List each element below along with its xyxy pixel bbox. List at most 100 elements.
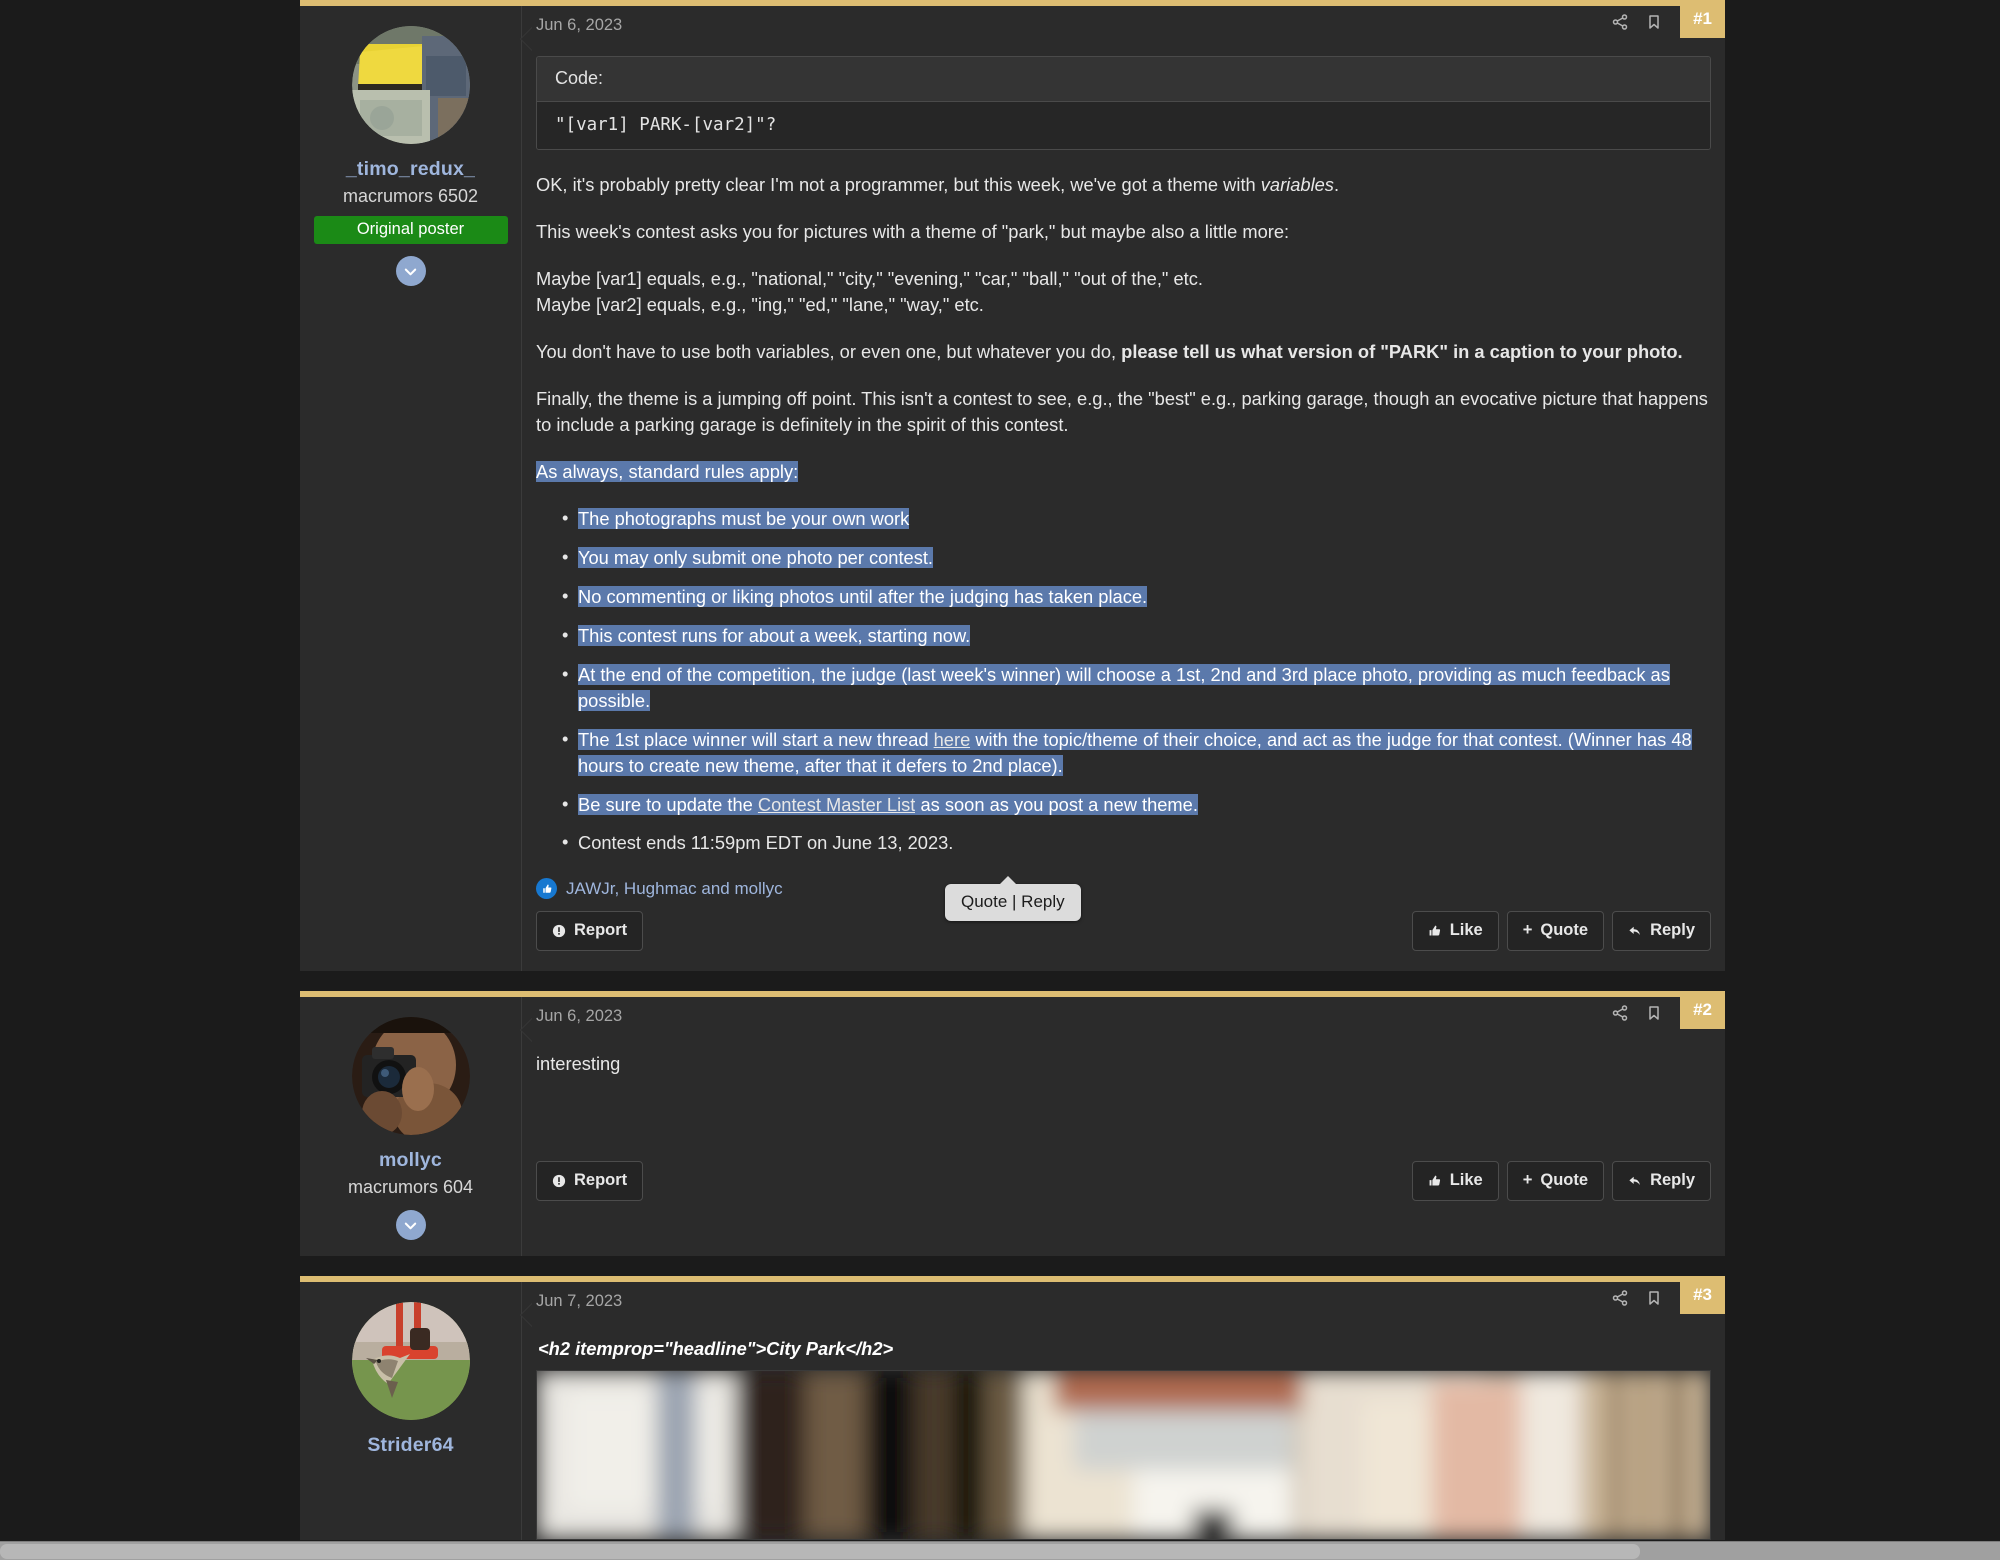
bookmark-button[interactable] xyxy=(1637,1282,1671,1314)
author-title: macrumors 604 xyxy=(347,1177,474,1198)
avatar[interactable] xyxy=(351,1017,470,1136)
quote-button[interactable]: + Quote xyxy=(1506,911,1605,952)
headline-markup-text: <h2 itemprop="headline">City Park</h2> xyxy=(538,1338,894,1360)
post-header-actions: #2 xyxy=(1603,991,1725,1030)
post-author-block: mollyc macrumors 604 xyxy=(300,997,522,1257)
quote-plus-icon: + xyxy=(1522,1171,1533,1190)
post-date: Jun 6, 2023 xyxy=(536,1006,623,1025)
rules-intro-text: As always, standard rules apply: xyxy=(536,460,799,482)
bookmark-icon xyxy=(1649,15,1659,29)
bookmark-button[interactable] xyxy=(1637,997,1671,1029)
post-action-buttons: Like + Quote Reply xyxy=(1411,911,1711,952)
reply-button[interactable]: Reply xyxy=(1612,911,1711,952)
reactions-row[interactable]: JAWJr, Hughmac and mollyc xyxy=(536,878,1725,900)
like-label: Like xyxy=(1449,1171,1483,1190)
rule-item: This contest runs for about a week, star… xyxy=(536,622,1711,649)
post-number-badge[interactable]: #3 xyxy=(1680,1276,1725,1315)
avatar[interactable] xyxy=(351,26,470,144)
intro-text-a: OK, it's probably pretty clear I'm not a… xyxy=(536,174,1261,195)
quote-label: Quote xyxy=(1540,1171,1589,1190)
quote-button[interactable]: + Quote xyxy=(1506,1161,1605,1202)
chevron-down-icon xyxy=(404,1222,417,1230)
post-header: Jun 6, 2023 xyxy=(522,991,1725,1035)
reaction-names: JAWJr, Hughmac and mollyc xyxy=(566,878,783,898)
author-expand-chevron-down-button[interactable] xyxy=(395,1210,426,1241)
author-username-link[interactable]: _timo_redux_ xyxy=(310,158,511,181)
post-date: Jun 6, 2023 xyxy=(536,15,623,34)
intro-text-b: . xyxy=(1333,174,1340,195)
like-button[interactable]: Like xyxy=(1411,911,1499,952)
rules-intro: As always, standard rules apply: xyxy=(536,459,1711,485)
posts-column: _timo_redux_ macrumors 6502 Original pos… xyxy=(300,0,1725,1560)
thumbs-up-icon xyxy=(536,878,557,900)
rule-text: No commenting or liking photos until aft… xyxy=(578,585,1148,607)
attached-photo[interactable] xyxy=(536,1370,1711,1541)
rule-item: The photographs must be your own work xyxy=(536,505,1711,532)
paragraph-variables: Maybe [var1] equals, e.g., "national," "… xyxy=(536,266,1711,318)
bookmark-icon xyxy=(1649,1006,1659,1021)
caption-text-a: You don't have to use both variables, or… xyxy=(536,340,1122,362)
rules-list: The photographs must be your own work Yo… xyxy=(536,505,1711,857)
contest-master-list-link[interactable]: Contest Master List xyxy=(757,793,916,815)
author-expand-chevron-down-button[interactable] xyxy=(395,256,426,286)
code-block: Code: "[var1] PARK-[var2]"? xyxy=(536,56,1711,150)
forum-thread-page: _timo_redux_ macrumors 6502 Original pos… xyxy=(0,0,2000,1560)
post-action-buttons: Like + Quote Reply xyxy=(1411,1161,1711,1202)
exclamation-circle-icon xyxy=(552,1174,566,1188)
share-icon xyxy=(1612,1290,1628,1307)
share-button[interactable] xyxy=(1603,6,1637,38)
rule-item: You may only submit one photo per contes… xyxy=(536,544,1711,571)
post-content: Jun 6, 2023 xyxy=(520,0,1725,971)
caption-bold: please tell us what version of "PARK" in… xyxy=(1121,340,1683,362)
quote-plus-icon: + xyxy=(1522,921,1533,940)
thumbs-up-icon xyxy=(1429,1175,1440,1186)
post-body: interesting xyxy=(536,1053,621,1075)
horizontal-scrollbar[interactable] xyxy=(0,1541,2000,1560)
post-body: <h2 itemprop="headline">City Park</h2> xyxy=(522,1320,1725,1541)
reply-arrow-icon xyxy=(1629,1176,1640,1185)
chevron-down-icon xyxy=(404,268,417,275)
rule-item: Be sure to update the Contest Master Lis… xyxy=(536,791,1711,818)
quote-reply-tooltip[interactable]: Quote | Reply xyxy=(945,876,1081,921)
rule-text-a: The 1st place winner will start a new th… xyxy=(578,728,934,750)
post-body: Code: "[var1] PARK-[var2]"? OK, it's pro… xyxy=(522,44,1725,856)
code-block-content: "[var1] PARK-[var2]"? xyxy=(537,102,1710,149)
post-author-block: Strider64 xyxy=(300,1282,522,1541)
thumbs-up-icon xyxy=(1429,925,1440,936)
exclamation-circle-icon xyxy=(552,924,566,938)
bookmark-icon xyxy=(1649,1291,1659,1306)
author-username-link[interactable]: Strider64 xyxy=(310,1434,511,1457)
author-username-link[interactable]: mollyc xyxy=(310,1149,511,1172)
post-footer: Report Like + Quote Reply xyxy=(522,899,1725,971)
reply-button[interactable]: Reply xyxy=(1612,1161,1711,1202)
report-label: Report xyxy=(574,921,628,940)
paragraph-jumping-off: Finally, the theme is a jumping off poin… xyxy=(536,387,1708,435)
post-content: Jun 6, 2023 xyxy=(520,991,1725,1256)
post-number-badge[interactable]: #2 xyxy=(1680,991,1725,1030)
post-header-actions: #3 xyxy=(1603,1276,1725,1315)
reply-arrow-icon xyxy=(1629,926,1640,935)
rule-text-a: Be sure to update the xyxy=(578,793,758,815)
avatar[interactable] xyxy=(351,1302,470,1421)
post-date: Jun 7, 2023 xyxy=(536,1291,623,1310)
paragraph-theme: This week's contest asks you for picture… xyxy=(536,220,1290,242)
like-button[interactable]: Like xyxy=(1411,1161,1499,1202)
quote-label: Quote xyxy=(1540,921,1589,940)
share-icon xyxy=(1612,1005,1628,1022)
post-number-badge[interactable]: #1 xyxy=(1680,0,1725,38)
post-1: _timo_redux_ macrumors 6502 Original pos… xyxy=(300,0,1725,972)
rule-item: The 1st place winner will start a new th… xyxy=(536,726,1711,779)
new-thread-link[interactable]: here xyxy=(933,728,971,750)
post-header-actions: #1 xyxy=(1603,0,1725,38)
var2-line: Maybe [var2] equals, e.g., "ing," "ed," … xyxy=(536,293,984,315)
share-button[interactable] xyxy=(1603,997,1637,1029)
post-footer: Report Like + Quote Reply xyxy=(522,1127,1725,1221)
rule-item: No commenting or liking photos until aft… xyxy=(536,583,1711,610)
report-button[interactable]: Report xyxy=(536,911,644,952)
bookmark-button[interactable] xyxy=(1637,6,1671,38)
scrollbar-thumb[interactable] xyxy=(0,1544,1640,1559)
report-button[interactable]: Report xyxy=(536,1161,644,1202)
share-button[interactable] xyxy=(1603,1282,1637,1314)
rule-item: Contest ends 11:59pm EDT on June 13, 202… xyxy=(536,829,1711,856)
report-label: Report xyxy=(574,1171,628,1190)
